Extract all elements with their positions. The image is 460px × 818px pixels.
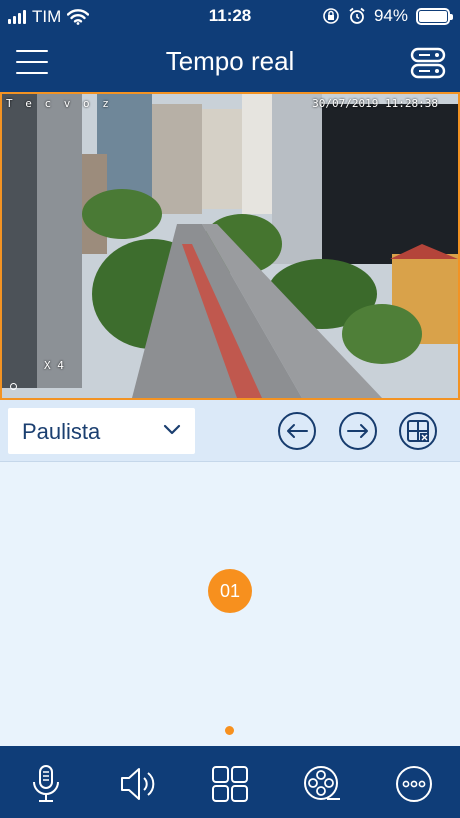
controls-bar: Paulista <box>0 400 460 462</box>
page-title: Tempo real <box>165 46 295 76</box>
speaker-icon <box>121 768 155 800</box>
channel-grid: 01 <box>0 462 460 746</box>
talk-button[interactable] <box>26 764 66 804</box>
nav-bar: Tempo real <box>0 34 460 92</box>
alarm-icon <box>349 7 365 24</box>
status-right: 94% <box>322 6 453 26</box>
server-list-icon <box>410 47 446 79</box>
page-indicator-dot <box>225 726 234 735</box>
chevron-down-icon <box>163 424 181 435</box>
split-screen-button[interactable] <box>210 764 250 804</box>
record-indicator-icon <box>10 383 17 390</box>
layout-edit-button[interactable] <box>399 412 437 450</box>
arrow-left-icon <box>287 424 308 438</box>
arrow-right-icon <box>347 424 368 438</box>
battery-icon <box>416 7 453 25</box>
camera-image <box>2 94 458 398</box>
channel-select[interactable]: Paulista <box>8 408 195 454</box>
battery-percent: 94% <box>373 6 408 25</box>
microphone-icon <box>33 765 59 802</box>
previous-channel-button[interactable] <box>278 412 316 450</box>
more-dots-icon <box>396 766 432 802</box>
status-bar: TIM 11:28 94% <box>0 0 460 34</box>
playback-button[interactable] <box>302 764 342 804</box>
audio-button[interactable] <box>118 764 158 804</box>
more-button[interactable] <box>394 764 434 804</box>
rotation-lock-icon <box>323 8 339 24</box>
channel-select-value: Paulista <box>22 419 101 444</box>
film-reel-icon <box>304 766 340 800</box>
four-split-icon <box>212 766 248 802</box>
next-channel-button[interactable] <box>339 412 377 450</box>
grid-delete-icon <box>407 420 429 442</box>
camera-feed[interactable]: T e c v o z 30/07/2019 11:28:38 X 4 <box>0 92 460 400</box>
camera-name-overlay: T e c v o z <box>6 97 112 110</box>
channel-badge[interactable]: 01 <box>208 569 252 613</box>
device-list-button[interactable] <box>410 46 446 80</box>
bottom-toolbar <box>0 746 460 818</box>
camera-zoom-overlay: X 4 <box>44 359 64 372</box>
camera-timestamp-overlay: 30/07/2019 11:28:38 <box>312 97 438 110</box>
